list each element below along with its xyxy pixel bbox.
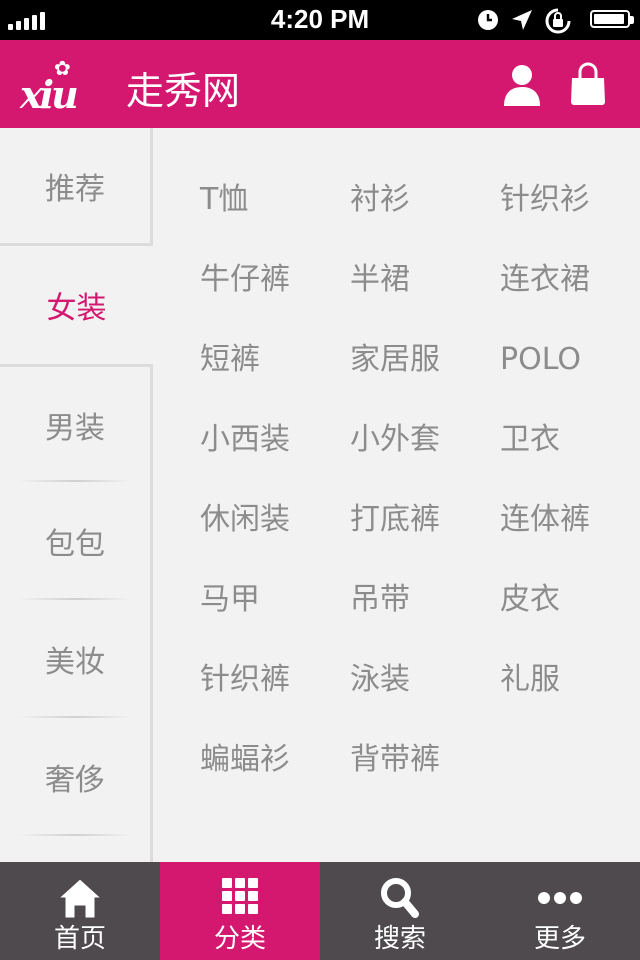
subcategory-item[interactable]: 休闲装 xyxy=(200,500,290,540)
rotation-lock-icon xyxy=(545,8,571,34)
tab-label: 分类 xyxy=(213,924,266,954)
subcategory-item[interactable]: 家居服 xyxy=(350,340,440,380)
subcategory-item[interactable]: POLO xyxy=(500,340,581,380)
sidebar-item-luxury[interactable]: 奢侈 xyxy=(0,718,150,836)
home-icon xyxy=(57,878,103,919)
tab-search[interactable]: 搜索 xyxy=(320,862,480,960)
sidebar-item-beauty[interactable]: 美妆 xyxy=(0,600,150,718)
subcategory-item[interactable]: 皮衣 xyxy=(500,580,560,620)
search-icon xyxy=(381,878,419,918)
subcategory-item[interactable]: 衬衫 xyxy=(350,180,410,220)
subcategory-item[interactable]: 小外套 xyxy=(350,420,440,460)
app-header: ✿ xiu 走秀网 xyxy=(0,40,640,128)
tab-label: 首页 xyxy=(53,924,106,954)
more-icon xyxy=(538,892,582,904)
sidebar-item-label: 男装 xyxy=(45,410,105,446)
shopping-bag-icon[interactable] xyxy=(568,62,608,106)
category-sidebar: 推荐 女装 男装 包包 美妆 奢侈 xyxy=(0,128,153,862)
subcategory-item[interactable]: 小西装 xyxy=(200,420,290,460)
subcategory-item[interactable]: 半裙 xyxy=(350,260,410,300)
subcategory-item[interactable]: 马甲 xyxy=(200,580,260,620)
sidebar-item-label: 推荐 xyxy=(45,171,105,207)
subcategory-item[interactable]: 短裤 xyxy=(200,340,260,380)
tab-more[interactable]: 更多 xyxy=(480,862,640,960)
subcategory-item[interactable]: 蝙蝠衫 xyxy=(200,740,290,780)
sidebar-item-label: 女装 xyxy=(46,291,107,326)
subcategory-item[interactable]: 牛仔裤 xyxy=(200,260,290,300)
site-title: 走秀网 xyxy=(126,69,241,113)
sidebar-item-label: 奢侈 xyxy=(45,763,105,798)
tab-home[interactable]: 首页 xyxy=(0,862,160,960)
subcategory-item[interactable]: 礼服 xyxy=(500,660,560,700)
sidebar-item-label: 包包 xyxy=(45,527,105,562)
sidebar-item-bags[interactable]: 包包 xyxy=(0,482,150,600)
logo-text: xiu xyxy=(20,72,79,117)
sidebar-item-men[interactable]: 男装 xyxy=(0,364,150,482)
tab-label: 搜索 xyxy=(373,924,426,954)
subcategory-item[interactable]: 连体裤 xyxy=(500,500,590,540)
subcategory-item[interactable]: 针织裤 xyxy=(200,660,290,700)
subcategory-item[interactable]: 背带裤 xyxy=(350,740,440,780)
subcategory-item[interactable]: 卫衣 xyxy=(500,420,560,460)
subcategory-item[interactable]: 泳装 xyxy=(350,660,410,700)
subcategory-grid: T恤 衬衫 针织衫 牛仔裤 半裙 连衣裙 短裤 家居服 POLO 小西装 小外套… xyxy=(153,128,640,862)
location-arrow-icon xyxy=(512,10,532,30)
subcategory-item[interactable]: 连衣裙 xyxy=(500,260,590,300)
sidebar-item-women[interactable]: 女装 xyxy=(0,246,153,364)
tab-label: 更多 xyxy=(533,924,586,954)
subcategory-item[interactable]: T恤 xyxy=(200,180,248,220)
sidebar-item-label: 美妆 xyxy=(45,645,105,680)
subcategory-item[interactable]: 针织衫 xyxy=(500,180,590,220)
clock-icon xyxy=(478,10,498,30)
sidebar-item-recommend[interactable]: 推荐 xyxy=(0,128,150,246)
battery-icon xyxy=(590,10,634,28)
status-bar: 4:20 PM xyxy=(0,0,640,40)
user-icon[interactable] xyxy=(502,62,542,106)
tab-category[interactable]: 分类 xyxy=(160,862,320,960)
bottom-tab-bar: 首页 分类 搜索 更多 xyxy=(0,862,640,960)
brand-logo[interactable]: ✿ xiu xyxy=(20,56,110,117)
subcategory-item[interactable]: 吊带 xyxy=(350,580,410,620)
grid-icon xyxy=(222,878,258,914)
subcategory-item[interactable]: 打底裤 xyxy=(350,500,440,540)
